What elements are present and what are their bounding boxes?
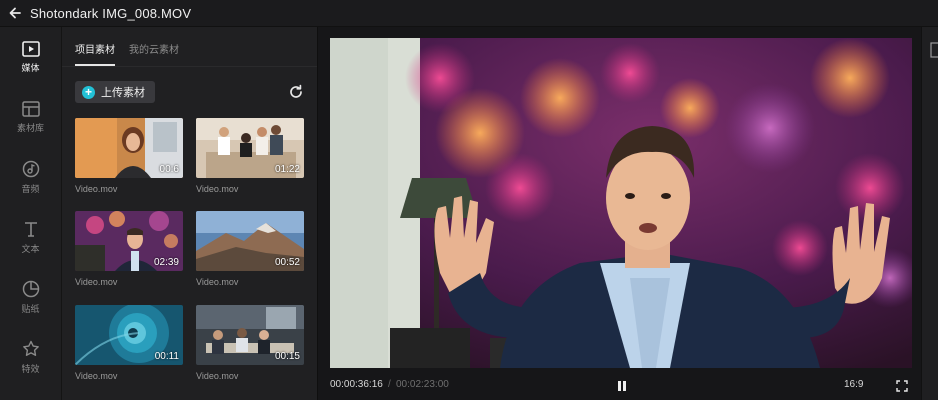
media-play-icon xyxy=(21,40,40,57)
clip-filename: Video.mov xyxy=(75,371,118,381)
nav-label: 媒体 xyxy=(21,62,40,73)
nav-label: 文本 xyxy=(21,243,40,254)
panel-handle-icon xyxy=(930,42,938,58)
library-grid-icon xyxy=(21,100,40,117)
sticker-icon xyxy=(22,280,39,297)
nav-item-library[interactable]: 素材库 xyxy=(0,87,61,147)
video-preview[interactable] xyxy=(330,38,912,368)
nav-label: 贴纸 xyxy=(21,303,40,314)
text-t-icon xyxy=(24,221,37,237)
refresh-button[interactable] xyxy=(287,83,305,101)
clip-filename: Video.mov xyxy=(75,277,118,287)
arrow-left-icon xyxy=(9,7,21,19)
title-bar: Shotondark IMG_008.MOV xyxy=(0,0,938,27)
pause-button[interactable] xyxy=(615,379,629,393)
clip-thumbnail: 00:15 xyxy=(196,305,304,365)
media-clip[interactable]: 00:15 Video.mov xyxy=(196,305,306,381)
nav-item-audio[interactable]: 音频 xyxy=(0,147,61,207)
clip-thumbnail: 00:52 xyxy=(196,211,304,271)
nav-label: 特效 xyxy=(21,363,40,374)
tab-project-assets[interactable]: 项目素材 xyxy=(75,41,115,66)
clip-duration: 00:6 xyxy=(159,164,179,175)
window-title: Shotondark IMG_008.MOV xyxy=(30,5,192,21)
clip-duration: 00:52 xyxy=(274,257,300,268)
tab-cloud-assets[interactable]: 我的云素材 xyxy=(129,41,179,66)
clip-duration: 01:22 xyxy=(274,164,300,175)
clip-filename: Video.mov xyxy=(75,184,118,194)
clip-filename: Video.mov xyxy=(196,371,239,381)
back-button[interactable] xyxy=(0,0,30,27)
media-tabs: 项目素材 我的云素材 xyxy=(62,27,317,67)
clip-thumbnail: 00:11 xyxy=(75,305,183,365)
clip-thumbnail: 02:39 xyxy=(75,211,183,271)
nav-item-text[interactable]: 文本 xyxy=(0,207,61,267)
clip-duration: 00:15 xyxy=(274,351,300,362)
refresh-icon xyxy=(290,84,302,98)
properties-panel xyxy=(921,27,938,400)
left-nav: 媒体 素材库 音频 文本 贴纸 特效 xyxy=(0,27,62,400)
player-controls: 00:00:36:16 / 00:02:23:00 16:9 xyxy=(330,376,912,396)
media-clip[interactable]: 00:52 Video.mov xyxy=(196,211,306,287)
nav-item-sticker[interactable]: 贴纸 xyxy=(0,267,61,327)
pause-icon xyxy=(618,381,626,391)
effects-star-icon xyxy=(22,340,39,356)
music-note-icon xyxy=(22,160,39,177)
aspect-ratio-button[interactable]: 16:9 xyxy=(844,379,863,390)
clip-filename: Video.mov xyxy=(196,277,239,287)
plus-icon: + xyxy=(82,85,95,99)
fullscreen-button[interactable] xyxy=(896,379,908,392)
time-separator: / xyxy=(388,379,391,390)
clip-duration: 00:11 xyxy=(154,351,179,362)
upload-label: 上传素材 xyxy=(101,87,145,99)
nav-label: 音频 xyxy=(21,183,40,194)
media-clip[interactable]: 02:39 Video.mov xyxy=(75,211,185,287)
media-clip[interactable]: 01:22 Video.mov xyxy=(196,118,306,194)
clip-filename: Video.mov xyxy=(196,184,239,194)
media-clip[interactable]: 00:6 Video.mov xyxy=(75,118,185,194)
upload-row: + 上传素材 xyxy=(75,81,305,103)
fullscreen-icon xyxy=(896,380,908,392)
nav-item-media[interactable]: 媒体 xyxy=(0,27,61,87)
nav-label: 素材库 xyxy=(16,122,44,133)
total-time: 00:02:23:00 xyxy=(396,379,449,390)
clip-thumbnail: 00:6 xyxy=(75,118,183,178)
upload-button[interactable]: + 上传素材 xyxy=(75,81,155,103)
nav-item-effects[interactable]: 特效 xyxy=(0,327,61,387)
clip-duration: 02:39 xyxy=(153,257,179,268)
media-clip[interactable]: 00:11 Video.mov xyxy=(75,305,185,381)
clip-thumbnail: 01:22 xyxy=(196,118,304,178)
current-time: 00:00:36:16 xyxy=(330,379,383,390)
media-panel: 项目素材 我的云素材 + 上传素材 00:6 Video.mov 01:22 V… xyxy=(62,27,317,400)
player-panel: 00:00:36:16 / 00:02:23:00 16:9 xyxy=(317,27,921,400)
